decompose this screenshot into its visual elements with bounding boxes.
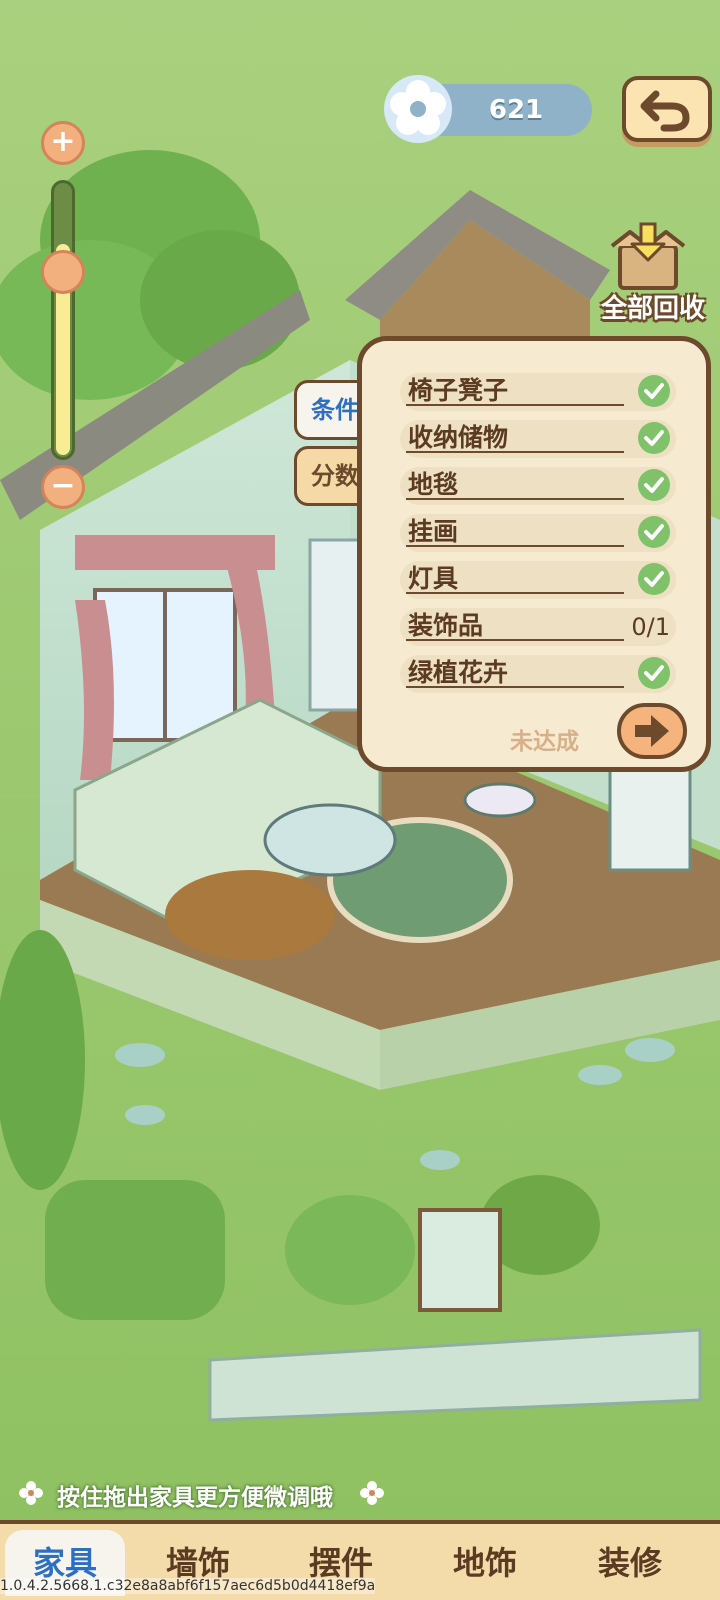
version-text: 1.0.4.2.5668.1.c32e8a8abf6f157aec6d5b0d4… xyxy=(0,1578,376,1594)
zoom-slider[interactable] xyxy=(51,180,75,460)
clover-deco-icon xyxy=(18,1480,44,1506)
box-arrow-down-icon[interactable] xyxy=(608,222,688,292)
hint-text: 按住拖出家具更方便微调哦 xyxy=(57,1485,333,1511)
zoom-slider-thumb[interactable] xyxy=(41,250,85,294)
check-icon xyxy=(638,516,670,548)
condition-row: 椅子凳子 xyxy=(400,373,676,411)
condition-progress: 0/1 xyxy=(631,613,670,641)
condition-row: 装饰品 0/1 xyxy=(400,608,676,646)
condition-row: 绿植花卉 xyxy=(400,655,676,693)
undo-arrow-icon xyxy=(640,90,690,132)
check-icon xyxy=(638,657,670,689)
check-icon xyxy=(638,375,670,407)
zoom-out-button[interactable]: − xyxy=(41,465,85,509)
arrow-right-icon xyxy=(635,715,669,747)
tab-floor-decor[interactable]: 地饰 xyxy=(425,1530,545,1596)
next-button[interactable] xyxy=(617,703,687,759)
tab-renovation[interactable]: 装修 xyxy=(570,1530,690,1596)
clover-deco-icon xyxy=(359,1480,385,1506)
condition-row: 收纳储物 xyxy=(400,420,676,458)
currency-value: 621 xyxy=(488,95,544,125)
condition-row: 灯具 xyxy=(400,561,676,599)
check-icon xyxy=(638,469,670,501)
check-icon xyxy=(638,563,670,595)
back-button[interactable] xyxy=(622,76,712,142)
condition-row: 挂画 xyxy=(400,514,676,552)
status-text: 未达成 xyxy=(510,729,579,755)
check-icon xyxy=(638,422,670,454)
recycle-all-label[interactable]: 全部回收 xyxy=(588,288,718,325)
zoom-in-button[interactable]: + xyxy=(41,121,85,165)
condition-row: 地毯 xyxy=(400,467,676,505)
